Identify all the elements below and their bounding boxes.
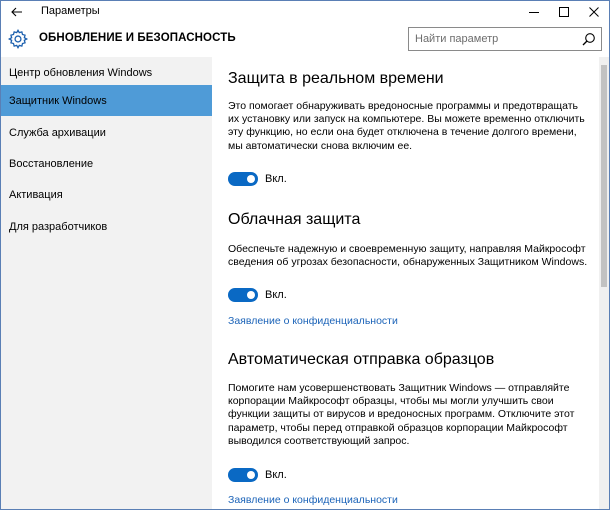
sidebar-item-backup[interactable]: Служба архивации bbox=[1, 117, 212, 148]
minimize-icon bbox=[529, 12, 539, 13]
window-title: Параметры bbox=[41, 5, 100, 17]
sidebar-item-windows-update[interactable]: Центр обновления Windows bbox=[1, 57, 212, 88]
maximize-button[interactable] bbox=[549, 1, 579, 23]
minimize-button[interactable] bbox=[519, 1, 549, 23]
realtime-description: Это помогает обнаруживать вредоносные пр… bbox=[228, 100, 585, 152]
close-button[interactable] bbox=[579, 1, 609, 23]
samples-toggle-row: Вкл. bbox=[228, 468, 287, 482]
cloud-toggle-row: Вкл. bbox=[228, 288, 287, 302]
search-icon[interactable] bbox=[582, 32, 596, 46]
cloud-toggle-label: Вкл. bbox=[265, 289, 287, 301]
samples-toggle-label: Вкл. bbox=[265, 469, 287, 481]
sidebar-item-label: Защитник Windows bbox=[9, 94, 107, 107]
samples-toggle[interactable] bbox=[228, 468, 258, 482]
toggle-knob bbox=[247, 175, 255, 183]
close-icon bbox=[589, 7, 599, 17]
cloud-title: Облачная защита bbox=[228, 211, 361, 228]
realtime-title: Защита в реальном времени bbox=[228, 70, 444, 87]
maximize-icon bbox=[559, 7, 569, 17]
sidebar-item-label: Активация bbox=[9, 188, 63, 201]
samples-description: Помогите нам усовершенствовать Защитник … bbox=[228, 382, 575, 447]
scrollbar-thumb[interactable] bbox=[601, 65, 607, 287]
cloud-description: Обеспечьте надежную и своевременную защи… bbox=[228, 243, 588, 269]
realtime-toggle[interactable] bbox=[228, 172, 258, 186]
sidebar-item-recovery[interactable]: Восстановление bbox=[1, 148, 212, 179]
sidebar: Центр обновления Windows Защитник Window… bbox=[1, 57, 212, 509]
sidebar-item-developers[interactable]: Для разработчиков bbox=[1, 211, 212, 242]
section-title: ОБНОВЛЕНИЕ И БЕЗОПАСНОСТЬ bbox=[39, 32, 236, 44]
settings-header: ОБНОВЛЕНИЕ И БЕЗОПАСНОСТЬ bbox=[1, 23, 609, 57]
sidebar-item-windows-defender[interactable]: Защитник Windows bbox=[1, 85, 212, 116]
realtime-toggle-row: Вкл. bbox=[228, 172, 287, 186]
search-input[interactable] bbox=[409, 28, 577, 50]
samples-title: Автоматическая отправка образцов bbox=[228, 351, 495, 368]
cloud-privacy-link[interactable]: Заявление о конфиденциальности bbox=[228, 315, 398, 327]
sidebar-item-label: Восстановление bbox=[9, 157, 94, 170]
search-box[interactable] bbox=[408, 27, 602, 51]
sidebar-item-label: Служба архивации bbox=[9, 126, 106, 139]
back-arrow-icon bbox=[11, 7, 22, 17]
gear-icon bbox=[7, 28, 29, 50]
cloud-toggle[interactable] bbox=[228, 288, 258, 302]
window-controls bbox=[519, 1, 609, 23]
settings-window: Параметры ОБНОВЛЕНИЕ И БЕЗОПАСНОСТЬ Найт… bbox=[0, 0, 610, 510]
sidebar-item-label: Центр обновления Windows bbox=[9, 66, 153, 79]
main-content: Защита в реальном времени Это помогает о… bbox=[212, 57, 599, 509]
realtime-toggle-label: Вкл. bbox=[265, 173, 287, 185]
sidebar-item-label: Для разработчиков bbox=[9, 220, 108, 233]
toggle-knob bbox=[247, 471, 255, 479]
samples-privacy-link[interactable]: Заявление о конфиденциальности bbox=[228, 494, 398, 506]
toggle-knob bbox=[247, 291, 255, 299]
back-button[interactable] bbox=[1, 1, 33, 23]
content-scrollbar[interactable] bbox=[599, 57, 609, 509]
sidebar-item-activation[interactable]: Активация bbox=[1, 179, 212, 210]
title-bar: Параметры bbox=[1, 1, 609, 23]
